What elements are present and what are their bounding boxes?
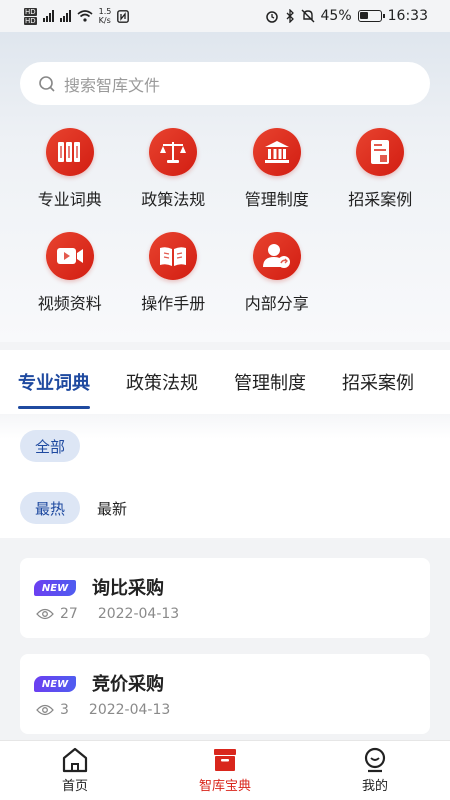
- tab-bar: 专业词典 政策法规 管理制度 招采案例: [0, 350, 450, 414]
- scales-icon: [149, 128, 198, 176]
- books-icon: [45, 128, 94, 176]
- category-label: 内部分享: [244, 294, 309, 313]
- nav-label: 智库宝典: [198, 779, 251, 794]
- signal-icon: [42, 10, 54, 22]
- nav-label: 首页: [61, 779, 88, 794]
- view-count: 27: [60, 606, 78, 622]
- video-icon: [45, 232, 94, 280]
- nav-treasury[interactable]: 智库宝典: [175, 747, 275, 794]
- category-internal-sharing[interactable]: 内部分享: [225, 232, 329, 314]
- hd-icon: HD HD: [24, 7, 37, 25]
- treasure-box-icon: [214, 749, 236, 771]
- category-video-materials[interactable]: 视频资料: [18, 232, 122, 314]
- item-meta: 27 2022-04-13: [36, 606, 179, 622]
- search-icon: [39, 75, 55, 92]
- document-list: NEW 询比采购 27 2022-04-13 NEW 竞价采购 3 2022-0…: [0, 540, 450, 740]
- search-input[interactable]: 搜索智库文件: [20, 62, 430, 105]
- status-right: 45% 16:33: [265, 8, 428, 24]
- category-grid: 专业词典 政策法规 管理制度 招采案例 视频资料 操作手册 内部分享: [18, 128, 432, 314]
- clock: 16:33: [387, 8, 428, 24]
- category-label: 政策法规: [141, 190, 206, 209]
- item-date: 2022-04-13: [97, 606, 180, 622]
- user-share-icon: [252, 232, 301, 280]
- nav-home[interactable]: 首页: [25, 747, 125, 794]
- open-book-icon: [149, 232, 198, 280]
- mute-icon: [301, 9, 315, 23]
- item-date: 2022-04-13: [88, 702, 171, 718]
- alarm-icon: [265, 11, 278, 23]
- category-label: 操作手册: [141, 294, 206, 313]
- category-operation-manual[interactable]: 操作手册: [122, 232, 226, 314]
- nfc-icon: [117, 9, 130, 23]
- battery-icon: [357, 10, 385, 22]
- sort-hot-chip[interactable]: 最热: [20, 492, 81, 524]
- nav-profile[interactable]: 我的: [325, 747, 425, 794]
- net-speed: 1.5 K/s: [98, 7, 112, 25]
- category-label: 招采案例: [348, 190, 413, 209]
- category-professional-dictionary[interactable]: 专业词典: [18, 128, 122, 210]
- list-item[interactable]: NEW 询比采购 27 2022-04-13: [20, 558, 430, 638]
- item-title: 竞价采购: [92, 674, 164, 695]
- battery-percent: 45%: [320, 8, 352, 24]
- new-badge: NEW: [34, 676, 76, 692]
- category-procurement-cases[interactable]: 招采案例: [329, 128, 433, 210]
- item-meta: 3 2022-04-13: [36, 702, 170, 718]
- category-label: 管理制度: [244, 190, 309, 209]
- category-management-system[interactable]: 管理制度: [225, 128, 329, 210]
- document-icon: [356, 128, 405, 176]
- item-title: 询比采购: [92, 578, 164, 599]
- nav-label: 我的: [361, 779, 388, 794]
- category-label: 视频资料: [37, 294, 102, 313]
- filter-area: 全部 最热 最新: [0, 414, 450, 538]
- tab-policy-regulations[interactable]: 政策法规: [126, 369, 198, 395]
- status-bar: HD HD 1.5 K/s 45% 16:33: [0, 0, 450, 32]
- new-badge: NEW: [34, 580, 76, 596]
- search-placeholder: 搜索智库文件: [64, 75, 161, 95]
- eye-icon: [36, 608, 54, 620]
- header-area: 搜索智库文件 专业词典 政策法规 管理制度 招采案例 视频资料 操作手册 内部分…: [0, 32, 450, 342]
- bluetooth-icon: [286, 9, 294, 23]
- home-icon: [62, 747, 88, 773]
- tab-procurement-cases[interactable]: 招采案例: [342, 369, 414, 395]
- status-left: HD HD 1.5 K/s: [24, 7, 130, 25]
- filter-all-chip[interactable]: 全部: [20, 430, 81, 462]
- list-item[interactable]: NEW 竞价采购 3 2022-04-13: [20, 654, 430, 734]
- eye-icon: [36, 704, 54, 716]
- wifi-icon: [77, 10, 93, 22]
- sort-new-chip[interactable]: 最新: [82, 492, 142, 524]
- category-label: 专业词典: [37, 190, 102, 209]
- tab-professional-dictionary[interactable]: 专业词典: [18, 369, 90, 409]
- tab-management-system[interactable]: 管理制度: [234, 369, 306, 395]
- signal-4g-icon: [59, 10, 71, 22]
- category-policy-regulations[interactable]: 政策法规: [122, 128, 226, 210]
- view-count: 3: [60, 702, 69, 718]
- profile-icon: [364, 747, 386, 773]
- institution-icon: [252, 128, 301, 176]
- bottom-nav: 首页 智库宝典 我的: [0, 740, 450, 800]
